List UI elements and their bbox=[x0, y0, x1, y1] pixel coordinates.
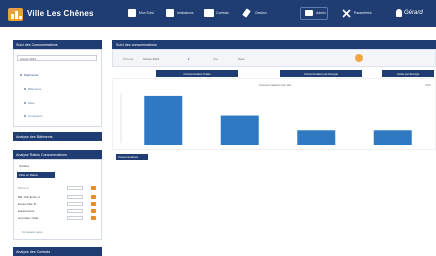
edit-icon[interactable] bbox=[242, 8, 251, 18]
chart-bar[interactable] bbox=[144, 95, 183, 145]
monitor-icon[interactable] bbox=[305, 10, 313, 16]
nav-item-label[interactable]: Indicateurs bbox=[177, 11, 194, 15]
tree-item-label: Patrimoine bbox=[24, 73, 39, 77]
tab-consommation-energie[interactable]: Consommation par Energie bbox=[280, 70, 362, 77]
app-logo[interactable] bbox=[8, 8, 23, 21]
home-icon[interactable] bbox=[128, 9, 136, 17]
row-action-icon[interactable] bbox=[91, 202, 96, 206]
row-input[interactable] bbox=[67, 195, 83, 199]
chart-bar[interactable] bbox=[373, 130, 412, 145]
row-action-icon[interactable] bbox=[91, 216, 96, 220]
tree-item-label: Compteurs bbox=[28, 114, 43, 118]
row-action-icon[interactable] bbox=[91, 195, 96, 199]
document-icon[interactable] bbox=[204, 9, 214, 17]
period-dropdown[interactable]: Année 2014 bbox=[143, 57, 159, 61]
filter-label: Site bbox=[213, 57, 219, 61]
chart-bar[interactable] bbox=[297, 130, 336, 145]
bar-series bbox=[144, 95, 412, 145]
table-row[interactable]: Bât. Ville Ecole, A. bbox=[18, 195, 98, 200]
chart-bar[interactable] bbox=[220, 115, 259, 145]
panel-body-consommations: Année 2014 Patrimoine Bâtiments Sites Co… bbox=[13, 49, 102, 127]
table-row[interactable]: Gymnase / Salle bbox=[18, 216, 98, 221]
row-label: Bâtiment bbox=[18, 186, 30, 190]
compare-link[interactable]: Comparer avec bbox=[22, 230, 43, 234]
logo-bar bbox=[19, 16, 22, 19]
nav-item-label[interactable]: Paramètres bbox=[354, 11, 372, 15]
tree-dot bbox=[24, 115, 26, 118]
tree-item[interactable]: Patrimoine bbox=[20, 73, 38, 77]
main-content: Suivi des consommations Période Année 20… bbox=[112, 40, 436, 256]
chart-icon[interactable] bbox=[166, 9, 174, 17]
row-input[interactable] bbox=[67, 216, 83, 220]
sub-label: Surface bbox=[19, 164, 30, 168]
row-input[interactable] bbox=[67, 186, 83, 190]
row-label: Bât. Ville Ecole, A. bbox=[18, 195, 41, 199]
panel-header-batiments[interactable]: Analyse des Bâtiments bbox=[13, 132, 102, 141]
nav-item-label[interactable]: Admin bbox=[316, 11, 326, 15]
tree-item-label: Sites bbox=[28, 101, 35, 105]
chevron-down-icon[interactable]: ▾ bbox=[188, 57, 190, 61]
user-name[interactable]: Gérard bbox=[404, 10, 423, 16]
logo-bar bbox=[15, 11, 18, 19]
tools-icon-svg bbox=[342, 9, 351, 18]
panel-header-contrats[interactable]: Analyse des Contrats bbox=[13, 247, 102, 256]
main-panel-title: Suivi des consommations bbox=[112, 40, 436, 49]
filter-label: Période bbox=[123, 57, 134, 61]
table-row[interactable]: Equipements bbox=[18, 209, 98, 214]
row-label: Ecoles Ville, B. bbox=[18, 202, 37, 206]
top-navigation-bar: Ville Les Chênes Mon Suivi Indicateurs C… bbox=[0, 0, 436, 27]
footer-badge[interactable]: Consommations bbox=[116, 154, 148, 160]
user-icon[interactable] bbox=[396, 9, 402, 17]
tab-couts-energie[interactable]: Coûts par Energie bbox=[382, 70, 434, 77]
tree-dot bbox=[24, 102, 26, 105]
ratio-filter-tab[interactable]: Filtre en Ratios bbox=[17, 172, 55, 178]
row-action-icon[interactable] bbox=[91, 186, 96, 190]
row-input[interactable] bbox=[67, 209, 83, 213]
site-dropdown[interactable]: Tous bbox=[238, 57, 244, 61]
tree-dot bbox=[24, 88, 26, 91]
chart-svg: Consommations par site kWh bbox=[120, 83, 431, 145]
nav-item-label[interactable]: Mon Suivi bbox=[139, 11, 154, 15]
tab-strip: Consommation Totale Consommation par Ene… bbox=[112, 70, 436, 77]
panel-body-ratios: Surface Filtre en Ratios Bâtiment Bât. V… bbox=[13, 159, 102, 240]
nav-item-label[interactable]: Contrats bbox=[216, 11, 229, 15]
tab-consommation-totale[interactable]: Consommation Totale bbox=[156, 70, 238, 77]
tree-dot bbox=[20, 74, 22, 77]
row-label: Gymnase / Salle bbox=[18, 216, 39, 220]
app-title: Ville Les Chênes bbox=[27, 9, 94, 18]
chart-title: Consommations par site bbox=[259, 83, 292, 87]
tree-item[interactable]: Bâtiments bbox=[24, 87, 41, 91]
table-row[interactable]: Ecoles Ville, B. bbox=[18, 202, 98, 207]
logo-bar bbox=[11, 14, 14, 19]
chart-legend: kWh bbox=[425, 83, 431, 87]
table-row[interactable]: Bâtiment bbox=[18, 186, 98, 191]
refresh-icon[interactable] bbox=[355, 54, 363, 62]
bar-chart: Consommations par site kWh bbox=[112, 78, 436, 150]
tree-item[interactable]: Sites bbox=[24, 101, 35, 105]
tree-item-label: Bâtiments bbox=[28, 87, 42, 91]
year-select[interactable]: Année 2014 bbox=[17, 55, 97, 61]
panel-header-consommations[interactable]: Suivi des Consommations bbox=[13, 40, 102, 49]
tools-icon[interactable] bbox=[342, 9, 351, 18]
row-action-icon[interactable] bbox=[91, 209, 96, 213]
panel-header-ratios[interactable]: Analyse Ratios Consommations bbox=[13, 150, 102, 159]
filter-bar: Période Année 2014 ▾ Site Tous bbox=[112, 49, 436, 67]
row-input[interactable] bbox=[67, 202, 83, 206]
row-label: Equipements bbox=[18, 209, 35, 213]
nav-item-label[interactable]: Gestion bbox=[255, 11, 267, 15]
tree-item[interactable]: Compteurs bbox=[24, 114, 43, 118]
sidebar: Suivi des Consommations Année 2014 Patri… bbox=[13, 40, 102, 256]
